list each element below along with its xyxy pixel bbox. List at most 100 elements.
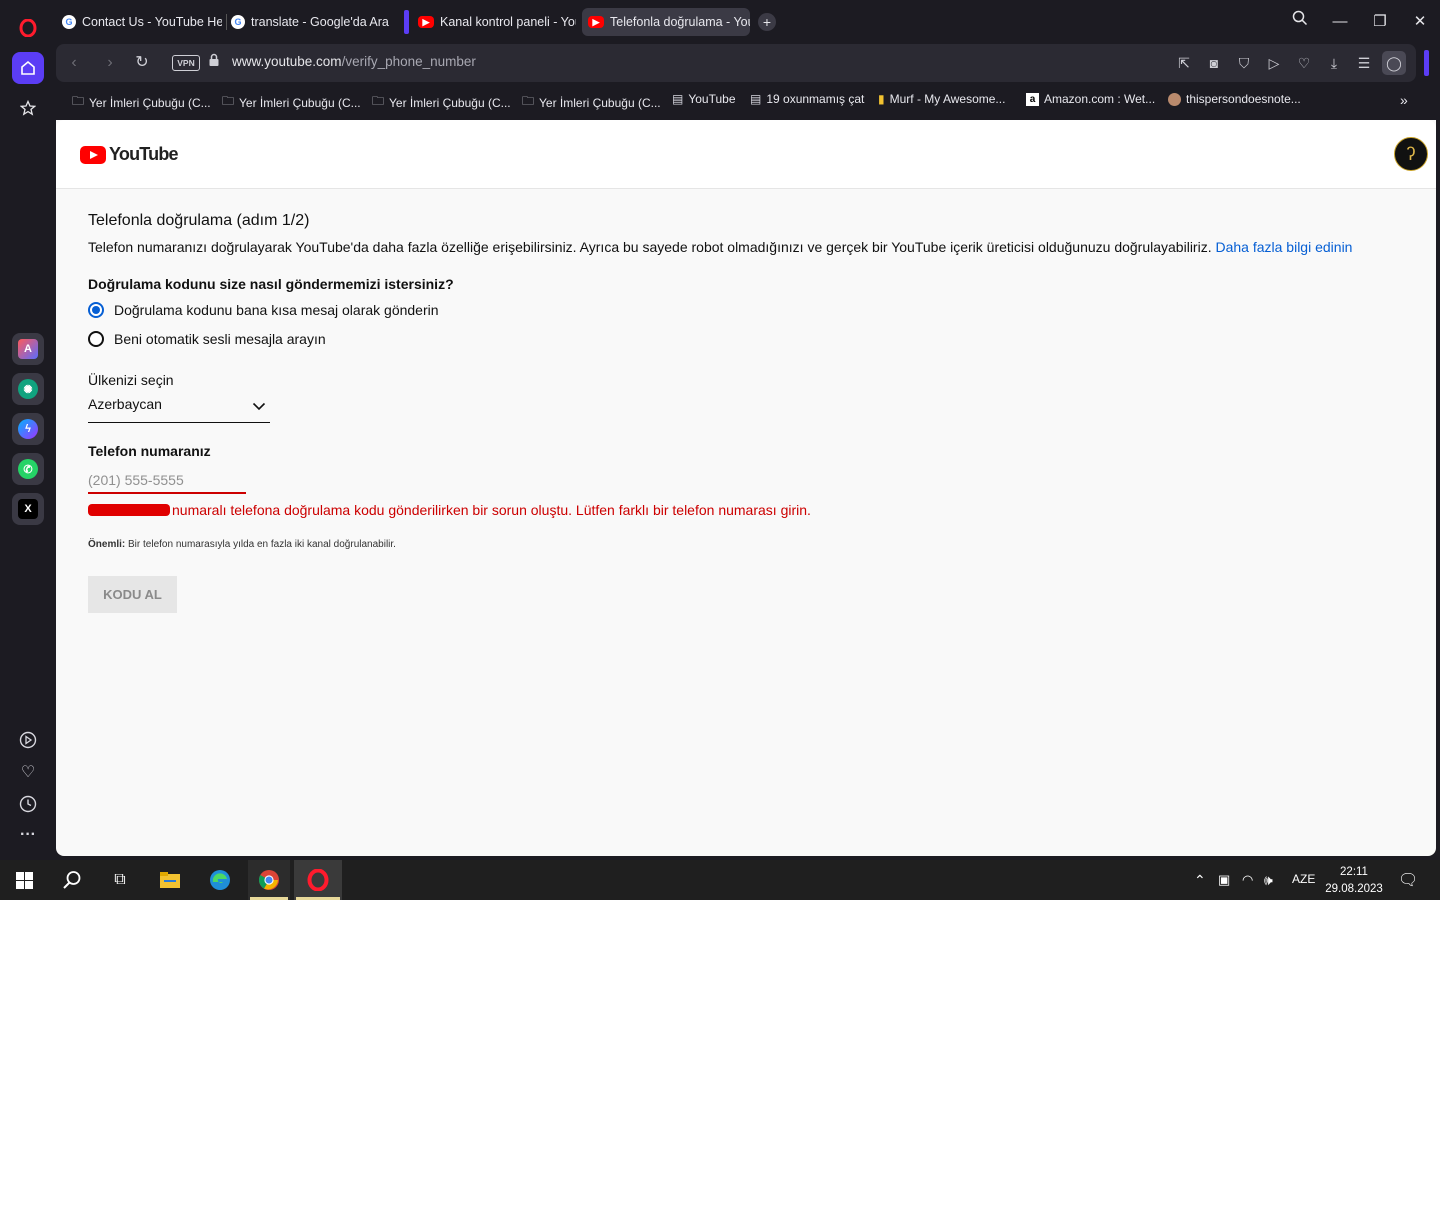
input-language[interactable]: AZE: [1292, 872, 1315, 886]
heart-icon[interactable]: ♡: [18, 763, 38, 783]
folder-icon: 🗀: [372, 94, 385, 108]
home-icon[interactable]: [12, 52, 44, 84]
history-clock-icon[interactable]: [18, 795, 38, 815]
bookmark-folder[interactable]: 🗀 Yer İmleri Çubuğu (C...: [72, 92, 211, 113]
tab-phone-verification[interactable]: ▶ Telefonla doğrulama - You: [582, 8, 750, 36]
bookmark-unread-chat[interactable]: ▤ 19 oxunmamış çat: [750, 92, 864, 106]
meet-now-icon[interactable]: ▣: [1218, 872, 1230, 888]
person-icon: [1168, 92, 1181, 106]
bookmark-murf[interactable]: ▮ Murf - My Awesome...: [878, 92, 1005, 106]
google-icon: G: [231, 15, 245, 29]
get-code-button[interactable]: KODU AL: [88, 576, 177, 613]
bookmarks-overflow-icon[interactable]: »: [1400, 92, 1408, 108]
chatgpt-app-icon[interactable]: ✺: [12, 373, 44, 405]
bookmark-label: thispersondoesnote...: [1186, 92, 1301, 106]
network-wifi-icon[interactable]: ◠: [1242, 872, 1253, 888]
bookmark-folder[interactable]: 🗀 Yer İmleri Çubuğu (C...: [372, 92, 511, 113]
messenger-app-icon[interactable]: ϟ: [12, 413, 44, 445]
opera-logo-icon[interactable]: [12, 12, 44, 44]
opera-sidebar: A ✺ ϟ ✆ X ♡ ···: [0, 0, 56, 856]
clock-date: 29.08.2023: [1325, 883, 1383, 895]
youtube-logo[interactable]: YouTube: [80, 144, 179, 165]
bookmark-amazon[interactable]: a Amazon.com : Wet...: [1026, 92, 1155, 106]
whatsapp-app-icon[interactable]: ✆: [12, 453, 44, 485]
bookmark-label: YouTube: [688, 92, 736, 106]
pinboard-star-icon[interactable]: [12, 92, 44, 124]
error-message: numaralı telefona doğrulama kodu gönderi…: [88, 502, 811, 518]
tab-translate[interactable]: G translate - Google'da Ara: [231, 8, 391, 36]
bookmark-folder[interactable]: 🗀 Yer İmleri Çubuğu (C...: [222, 92, 361, 113]
camera-snapshot-icon[interactable]: ◙: [1204, 53, 1224, 73]
close-window-icon[interactable]: ✕: [1408, 10, 1432, 34]
lock-icon[interactable]: [204, 53, 224, 73]
file-explorer-icon[interactable]: [156, 866, 184, 894]
bookmark-thispersondoesnotexist[interactable]: thispersondoesnote...: [1168, 92, 1301, 106]
tab-contact-us[interactable]: G Contact Us - YouTube Hel: [62, 8, 222, 36]
windows-taskbar: ⧉ ⌃ ▣ ◠ 🕪 AZE 22:11 29.08.2023 🗨: [0, 860, 1440, 900]
option-voice-call[interactable]: Beni otomatik sesli mesajla arayın: [88, 331, 326, 347]
clock-time: 22:11: [1340, 866, 1368, 878]
heart-icon[interactable]: ♡: [1294, 53, 1314, 73]
method-question: Doğrulama kodunu size nasıl göndermemizi…: [88, 276, 454, 292]
bookmark-label: Yer İmleri Çubuğu (C...: [239, 95, 361, 110]
radio-voice-call[interactable]: [88, 331, 104, 347]
account-avatar[interactable]: ʔ: [1394, 137, 1428, 171]
adblock-shield-icon[interactable]: ⛉: [1234, 53, 1254, 73]
country-select[interactable]: Azerbaycan: [88, 396, 270, 423]
easy-setup-icon[interactable]: ☰: [1354, 53, 1374, 73]
learn-more-link[interactable]: Daha fazla bilgi edinin: [1215, 239, 1352, 255]
bookmark-label: Yer İmleri Çubuğu (C...: [89, 95, 211, 110]
player-icon[interactable]: [18, 731, 38, 751]
bookmark-label: 19 oxunmamış çat: [766, 92, 865, 106]
aria-app-icon[interactable]: A: [12, 333, 44, 365]
sidebar-toggle-marker[interactable]: [1424, 50, 1429, 76]
x-twitter-app-icon[interactable]: X: [12, 493, 44, 525]
tab-title: translate - Google'da Ara: [251, 15, 389, 29]
desktop-screen: A ✺ ϟ ✆ X ♡ ··· G Contact Us - YouTube H…: [0, 0, 1440, 900]
tab-bar: G Contact Us - YouTube Hel G translate -…: [56, 0, 1440, 44]
restore-icon[interactable]: ❐: [1368, 10, 1392, 34]
page-description: Telefon numaranızı doğrulayarak YouTube'…: [88, 239, 1352, 255]
folder-icon: 🗀: [72, 94, 85, 108]
new-tab-plus-icon[interactable]: +: [758, 13, 776, 31]
tab-channel-dashboard[interactable]: ▶ Kanal kontrol paneli - You: [418, 8, 576, 36]
radio-sms[interactable]: [88, 302, 104, 318]
send-icon[interactable]: ▷: [1264, 53, 1284, 73]
reload-icon[interactable]: ↻: [132, 53, 152, 73]
task-view-icon[interactable]: ⧉: [106, 866, 134, 894]
youtube-play-icon: [80, 145, 106, 164]
search-icon[interactable]: [58, 866, 86, 894]
profile-icon[interactable]: ◯: [1382, 51, 1406, 75]
important-note: Önemli: Bir telefon numarasıyla yılda en…: [88, 539, 396, 550]
share-icon[interactable]: ⇱: [1174, 53, 1194, 73]
chrome-icon[interactable]: [255, 866, 283, 894]
opera-icon[interactable]: [304, 866, 332, 894]
country-label: Ülkenizi seçin: [88, 372, 174, 388]
forward-icon[interactable]: ›: [100, 53, 120, 73]
option-sms[interactable]: Doğrulama kodunu bana kısa mesaj olarak …: [88, 302, 439, 318]
system-clock[interactable]: 22:11 29.08.2023: [1322, 864, 1386, 898]
windows-start-icon[interactable]: [10, 866, 38, 894]
more-dots-icon[interactable]: ···: [18, 825, 38, 845]
edge-browser-icon[interactable]: [206, 866, 234, 894]
address-bar: ‹ › ↻ VPN www.youtube.com/verify_phone_n…: [56, 44, 1416, 82]
web-page: YouTube ʔ Telefonla doğrulama (adım 1/2)…: [56, 120, 1436, 856]
notifications-icon[interactable]: 🗨: [1398, 870, 1418, 890]
youtube-logo-text: YouTube: [109, 144, 179, 164]
url-text[interactable]: www.youtube.com/verify_phone_number: [232, 54, 476, 69]
back-icon[interactable]: ‹: [64, 53, 84, 73]
country-value: Azerbaycan: [88, 396, 162, 412]
amazon-icon: a: [1026, 92, 1039, 106]
show-hidden-icons-chevron-icon[interactable]: ⌃: [1194, 872, 1206, 889]
bookmark-youtube[interactable]: ▤ YouTube: [672, 92, 736, 106]
bookmarks-bar: 🗀 Yer İmleri Çubuğu (C... 🗀 Yer İmleri Çub…: [56, 86, 1440, 116]
phone-number-input[interactable]: [88, 468, 246, 494]
bookmark-folder[interactable]: 🗀 Yer İmleri Çubuğu (C...: [522, 92, 661, 113]
minimize-icon[interactable]: —: [1328, 10, 1352, 34]
volume-icon[interactable]: 🕪: [1264, 872, 1273, 889]
tab-title: Kanal kontrol paneli - You: [440, 15, 576, 29]
vpn-badge[interactable]: VPN: [172, 55, 200, 71]
download-icon[interactable]: ⤓: [1324, 53, 1344, 73]
search-tabs-icon[interactable]: [1288, 10, 1312, 34]
tab-title: Contact Us - YouTube Hel: [82, 15, 222, 29]
